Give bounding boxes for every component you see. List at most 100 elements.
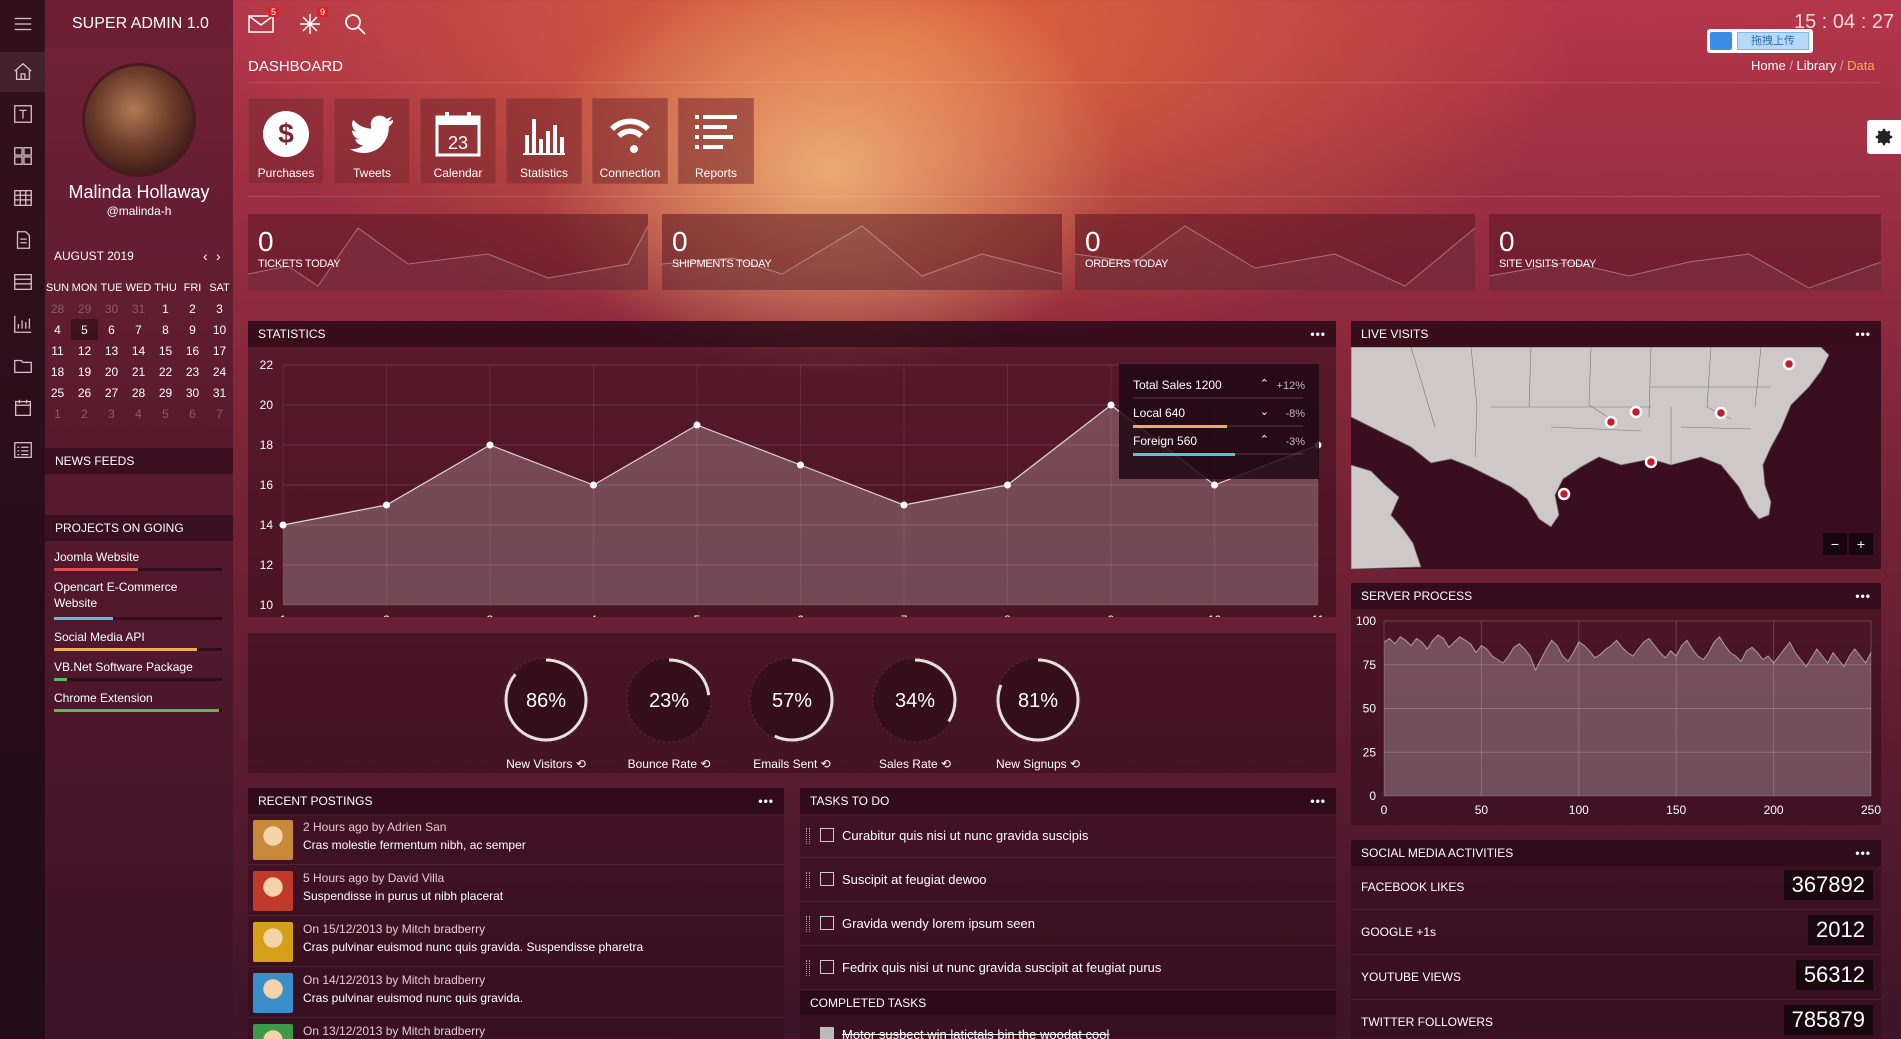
typography-icon[interactable] xyxy=(0,94,45,134)
project-name[interactable]: Chrome Extension xyxy=(54,690,204,706)
task-checkbox[interactable] xyxy=(820,828,834,842)
tile-purchases[interactable]: $ Purchases xyxy=(248,98,324,184)
data-point[interactable] xyxy=(1107,401,1115,409)
search-icon[interactable] xyxy=(343,12,367,39)
calendar-day[interactable]: 30 xyxy=(98,298,125,319)
home-icon[interactable] xyxy=(0,52,45,92)
calendar-day[interactable]: 8 xyxy=(152,319,179,340)
more-icon[interactable]: ••• xyxy=(758,788,774,814)
refresh-icon[interactable]: ⟲ xyxy=(1067,757,1080,771)
calendar-day[interactable]: 22 xyxy=(152,361,179,382)
calendar-day[interactable]: 26 xyxy=(71,382,98,403)
list-icon[interactable] xyxy=(0,430,45,470)
calendar-day[interactable]: 6 xyxy=(98,319,125,340)
project-name[interactable]: Social Media API xyxy=(54,629,204,645)
widgets-icon[interactable] xyxy=(0,136,45,176)
calendar-day[interactable]: 28 xyxy=(44,298,71,319)
completed-checkbox[interactable] xyxy=(820,1027,834,1039)
calendar-day[interactable]: 3 xyxy=(98,403,125,424)
calendar-day[interactable]: 27 xyxy=(98,382,125,403)
recent-posting-item[interactable]: 5 Hours ago by David Villa Suspendisse in… xyxy=(248,865,784,916)
tile-calendar[interactable]: 23 Calendar xyxy=(420,98,496,184)
more-icon[interactable]: ••• xyxy=(1310,321,1326,347)
mail-icon[interactable]: 5 xyxy=(248,7,280,37)
calendar-day[interactable]: 17 xyxy=(206,340,233,361)
calendar-day[interactable]: 25 xyxy=(44,382,71,403)
drag-handle-icon[interactable] xyxy=(806,872,810,888)
recent-posting-item[interactable]: On 14/12/2013 by Mitch bradberry Cras pul… xyxy=(248,967,784,1018)
summary-card-site-visits-today[interactable]: 0 SITE VISITS TODAY xyxy=(1489,214,1881,290)
refresh-icon[interactable]: ⟲ xyxy=(817,757,831,771)
breadcrumb-library[interactable]: Library xyxy=(1797,58,1837,73)
data-point[interactable] xyxy=(590,481,597,489)
task-checkbox[interactable] xyxy=(820,916,834,930)
data-point[interactable] xyxy=(1004,481,1011,489)
drag-handle-icon[interactable] xyxy=(806,916,810,932)
calendar-day[interactable]: 31 xyxy=(125,298,152,319)
calendar-day[interactable]: 2 xyxy=(179,298,206,319)
calendar-day[interactable]: 30 xyxy=(179,382,206,403)
recent-posting-item[interactable]: On 13/12/2013 by Mitch bradberry xyxy=(248,1018,784,1039)
calendar-day[interactable]: 10 xyxy=(206,319,233,340)
calendar-day[interactable]: 16 xyxy=(179,340,206,361)
tile-statistics[interactable]: Statistics xyxy=(506,98,582,184)
calendar-day[interactable]: 13 xyxy=(98,340,125,361)
project-name[interactable]: Opencart E-Commerce Website xyxy=(54,579,204,611)
data-point[interactable] xyxy=(900,501,908,509)
calendar-day[interactable]: 3 xyxy=(206,298,233,319)
drag-handle-icon[interactable] xyxy=(806,828,810,844)
data-point[interactable] xyxy=(1211,481,1218,489)
calendar-day[interactable]: 29 xyxy=(152,382,179,403)
more-icon[interactable]: ••• xyxy=(1855,840,1871,866)
more-icon[interactable]: ••• xyxy=(1310,788,1326,814)
refresh-icon[interactable]: ⟲ xyxy=(938,757,951,771)
calendar-day[interactable]: 14 xyxy=(125,340,152,361)
refresh-icon[interactable]: ⟲ xyxy=(697,757,710,771)
calendar-day[interactable]: 29 xyxy=(71,298,98,319)
calendar-day[interactable]: 12 xyxy=(71,340,98,361)
chart-icon[interactable] xyxy=(0,304,45,344)
calendar-day[interactable]: 9 xyxy=(179,319,206,340)
calendar-day[interactable]: 15 xyxy=(152,340,179,361)
calendar-day[interactable]: 7 xyxy=(206,403,233,424)
tile-tweets[interactable]: Tweets xyxy=(334,98,410,184)
calendar-day[interactable]: 11 xyxy=(44,340,71,361)
calendar-day[interactable]: 28 xyxy=(125,382,152,403)
drag-handle-icon[interactable] xyxy=(806,960,810,976)
calendar-day[interactable]: 19 xyxy=(71,361,98,382)
settings-gear-icon[interactable] xyxy=(1867,120,1901,154)
calendar-day[interactable]: 20 xyxy=(98,361,125,382)
calendar-day[interactable]: 5 xyxy=(71,319,98,340)
data-point[interactable] xyxy=(486,441,494,449)
data-point[interactable] xyxy=(693,421,701,429)
summary-card-tickets-today[interactable]: 0 TICKETS TODAY xyxy=(248,214,648,290)
calendar-day[interactable]: 31 xyxy=(206,382,233,403)
refresh-icon[interactable]: ⟲ xyxy=(573,757,586,771)
more-icon[interactable]: ••• xyxy=(1855,321,1871,347)
calendar-day[interactable]: 4 xyxy=(44,319,71,340)
calendar-day[interactable]: 1 xyxy=(152,298,179,319)
map-zoom-out-button[interactable]: − xyxy=(1823,533,1847,555)
data-point[interactable] xyxy=(279,521,287,529)
calendar-day[interactable]: 6 xyxy=(179,403,206,424)
calendar-day[interactable]: 18 xyxy=(44,361,71,382)
calendar-day[interactable]: 5 xyxy=(152,403,179,424)
calendar-next-icon[interactable]: › xyxy=(216,248,221,264)
table-icon[interactable] xyxy=(0,178,45,218)
upload-button[interactable]: 拖拽上传 xyxy=(1737,32,1809,50)
calendar-icon[interactable] xyxy=(0,388,45,428)
calendar-day[interactable]: 7 xyxy=(125,319,152,340)
calendar-day[interactable]: 21 xyxy=(125,361,152,382)
project-name[interactable]: VB.Net Software Package xyxy=(54,659,204,675)
calendar-prev-icon[interactable]: ‹ xyxy=(203,248,208,264)
tile-connection[interactable]: Connection xyxy=(592,98,668,184)
task-checkbox[interactable] xyxy=(820,872,834,886)
calendar-day[interactable]: 4 xyxy=(125,403,152,424)
document-icon[interactable] xyxy=(0,220,45,260)
calendar-day[interactable]: 1 xyxy=(44,403,71,424)
task-checkbox[interactable] xyxy=(820,960,834,974)
upload-widget[interactable]: 拖拽上传 xyxy=(1707,29,1813,53)
data-point[interactable] xyxy=(797,461,804,469)
calendar-day[interactable]: 2 xyxy=(71,403,98,424)
project-name[interactable]: Joomla Website xyxy=(54,549,204,565)
